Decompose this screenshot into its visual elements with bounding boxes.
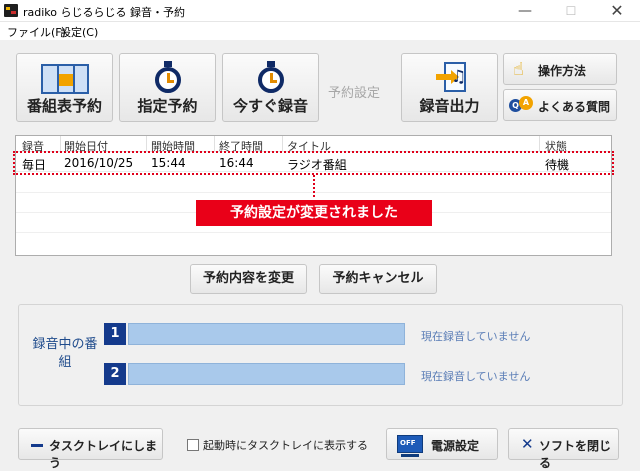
power-settings-button[interactable]: 電源設定 [386,428,498,460]
recording-panel [18,304,623,406]
slot-1-status: 現在録音していません [421,330,531,343]
close-window-button[interactable]: ✕ [594,0,640,22]
power-settings-label: 電源設定 [431,439,480,453]
music-export-icon: ♫ [436,62,468,94]
slot-2-progress-bar [128,363,405,385]
specify-reservation-label: 指定予約 [137,97,198,115]
exit-software-button[interactable]: ✕ ソフトを閉じる [508,428,619,470]
cancel-reservation-button[interactable]: 予約キャンセル [319,264,437,294]
callout-connector [313,175,315,197]
table-row[interactable]: 毎日 2016/10/25 15:44 16:44 ラジオ番組 待機 [16,153,611,172]
row-status: 待機 [545,158,570,172]
faq-bubble-icon: QA [509,96,533,112]
program-guide-icon [41,64,89,94]
row-start-time: 15:44 [151,156,186,170]
change-reservation-button[interactable]: 予約内容を変更 [190,264,307,294]
pointing-hand-icon: ☝ [513,59,524,80]
record-now-label: 今すぐ録音 [232,97,308,115]
close-icon: ✕ [521,435,534,453]
row-end-time: 16:44 [219,156,254,170]
minimize-to-tray-label: タスクトレイにしまう [49,439,158,470]
howto-button[interactable]: ☝ 操作方法 [503,53,617,85]
title-bar: radiko らじるらじる 録音・予約 — ☐ ✕ [0,0,640,22]
howto-label: 操作方法 [538,64,587,78]
slot-1-progress-bar [128,323,405,345]
slot-2-number: 2 [104,363,126,385]
column-header-title[interactable]: タイトル [287,138,331,151]
startup-tray-label: 起動時にタスクトレイに表示する [203,439,368,452]
export-recording-button[interactable]: ♫ 録音出力 [401,53,498,122]
column-header-repeat[interactable]: 録音 [22,138,44,151]
minimize-window-button[interactable]: — [502,0,548,22]
column-header-start-time[interactable]: 開始時間 [151,138,195,151]
recording-panel-label: 録音中の番組 [32,337,98,370]
exit-software-label: ソフトを閉じる [539,439,612,470]
slot-1-number: 1 [104,323,126,345]
record-now-button[interactable]: 今すぐ録音 [222,53,319,122]
menu-settings[interactable]: 設定(C) [60,24,98,40]
faq-button[interactable]: QA よくある質問 [503,89,617,121]
reservation-settings-button[interactable]: 予約設定 [328,82,380,101]
stopwatch-record-icon [256,61,286,93]
schedule-reservation-label: 番組表予約 [26,97,102,115]
change-notice-callout: 予約設定が変更されました [196,200,432,226]
column-header-status[interactable]: 状態 [545,138,567,151]
row-start-date: 2016/10/25 [64,156,134,170]
menu-bar: ファイル(F) 設定(C) [0,22,640,40]
app-logo-icon [4,4,18,17]
slot-2-status: 現在録音していません [421,370,531,383]
window-title: radiko らじるらじる 録音・予約 [23,6,186,19]
minimize-icon [31,444,43,447]
row-repeat: 毎日 [22,158,47,172]
menu-file[interactable]: ファイル(F) [7,24,66,40]
maximize-window-button[interactable]: ☐ [548,0,594,22]
schedule-reservation-button[interactable]: 番組表予約 [16,53,113,122]
column-header-end-time[interactable]: 終了時間 [219,138,263,151]
stopwatch-icon [153,61,183,93]
faq-label: よくある質問 [538,100,611,114]
list-header: 録音 開始日付 開始時間 終了時間 タイトル 状態 [16,136,611,152]
export-recording-label: 録音出力 [419,97,480,115]
power-off-icon [397,435,423,457]
minimize-to-tray-button[interactable]: タスクトレイにしまう [18,428,163,470]
row-title: ラジオ番組 [287,158,347,172]
specify-reservation-button[interactable]: 指定予約 [119,53,216,122]
startup-tray-checkbox[interactable] [187,439,199,451]
column-header-start-date[interactable]: 開始日付 [64,138,108,151]
